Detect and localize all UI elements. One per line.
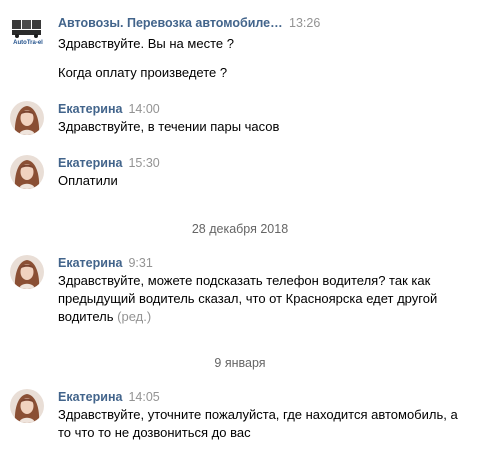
message-author[interactable]: Екатерина [58, 101, 122, 118]
message-time[interactable]: 15:30 [128, 155, 159, 172]
date-separator: 9 января [214, 356, 266, 370]
message-time[interactable]: 13:26 [289, 15, 320, 32]
edited-label[interactable]: (ред.) [117, 309, 151, 324]
user-photo-avatar[interactable] [10, 101, 44, 135]
user-photo-avatar[interactable] [10, 155, 44, 189]
message-text: Здравствуйте, в течении пары часов [58, 119, 280, 134]
message-author[interactable]: Екатерина [58, 389, 122, 406]
logo-text: AutoTra-el [13, 40, 43, 46]
company-logo-avatar[interactable]: AutoTra-el [8, 15, 48, 49]
message-text-body: Здравствуйте, можете подсказать телефон … [58, 273, 438, 324]
user-photo-avatar[interactable] [10, 389, 44, 423]
message-author[interactable]: Автовозы. Перевозка автомобилей по... [58, 15, 283, 32]
message-time[interactable]: 14:00 [128, 101, 159, 118]
date-separator: 28 декабря 2018 [191, 222, 289, 236]
message-time[interactable]: 9:31 [128, 255, 152, 272]
message-text: Оплатили [58, 173, 118, 188]
message-text: Здравствуйте. Вы на месте ? [58, 36, 234, 51]
message-text: Здравствуйте, можете подсказать телефон … [58, 272, 463, 326]
message-author[interactable]: Екатерина [58, 255, 122, 272]
message-text: Когда оплату произведете ? [58, 65, 228, 80]
message-text: Здравствуйте, уточните пожалуйста, где н… [58, 407, 458, 440]
user-photo-avatar[interactable] [10, 255, 44, 289]
message-author[interactable]: Екатерина [58, 155, 122, 172]
message-time[interactable]: 14:05 [128, 389, 159, 406]
